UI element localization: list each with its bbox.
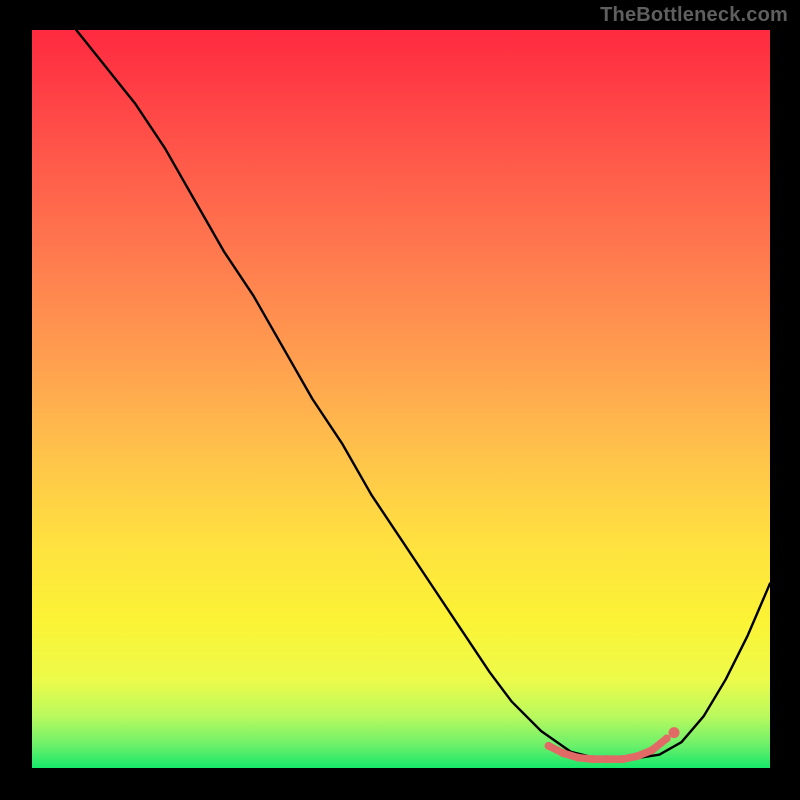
optimal-zone-markers — [545, 734, 671, 763]
optimal-marker-dot — [633, 752, 641, 760]
optimal-marker-dot — [604, 755, 612, 763]
optimal-marker-dot — [618, 755, 626, 763]
optimal-marker-dot — [589, 755, 597, 763]
optimal-marker-dot — [663, 734, 671, 742]
optimal-marker-dot — [559, 749, 567, 757]
optimal-marker-dot — [545, 742, 553, 750]
bottleneck-curve — [76, 30, 770, 759]
plot-area — [32, 30, 770, 768]
chart-frame: TheBottleneck.com — [0, 0, 800, 800]
watermark-text: TheBottleneck.com — [600, 4, 788, 27]
end-dot-marker — [669, 727, 680, 738]
plot-svg — [32, 30, 770, 768]
optimal-marker-dot — [648, 746, 656, 754]
optimal-marker-dot — [574, 754, 582, 762]
